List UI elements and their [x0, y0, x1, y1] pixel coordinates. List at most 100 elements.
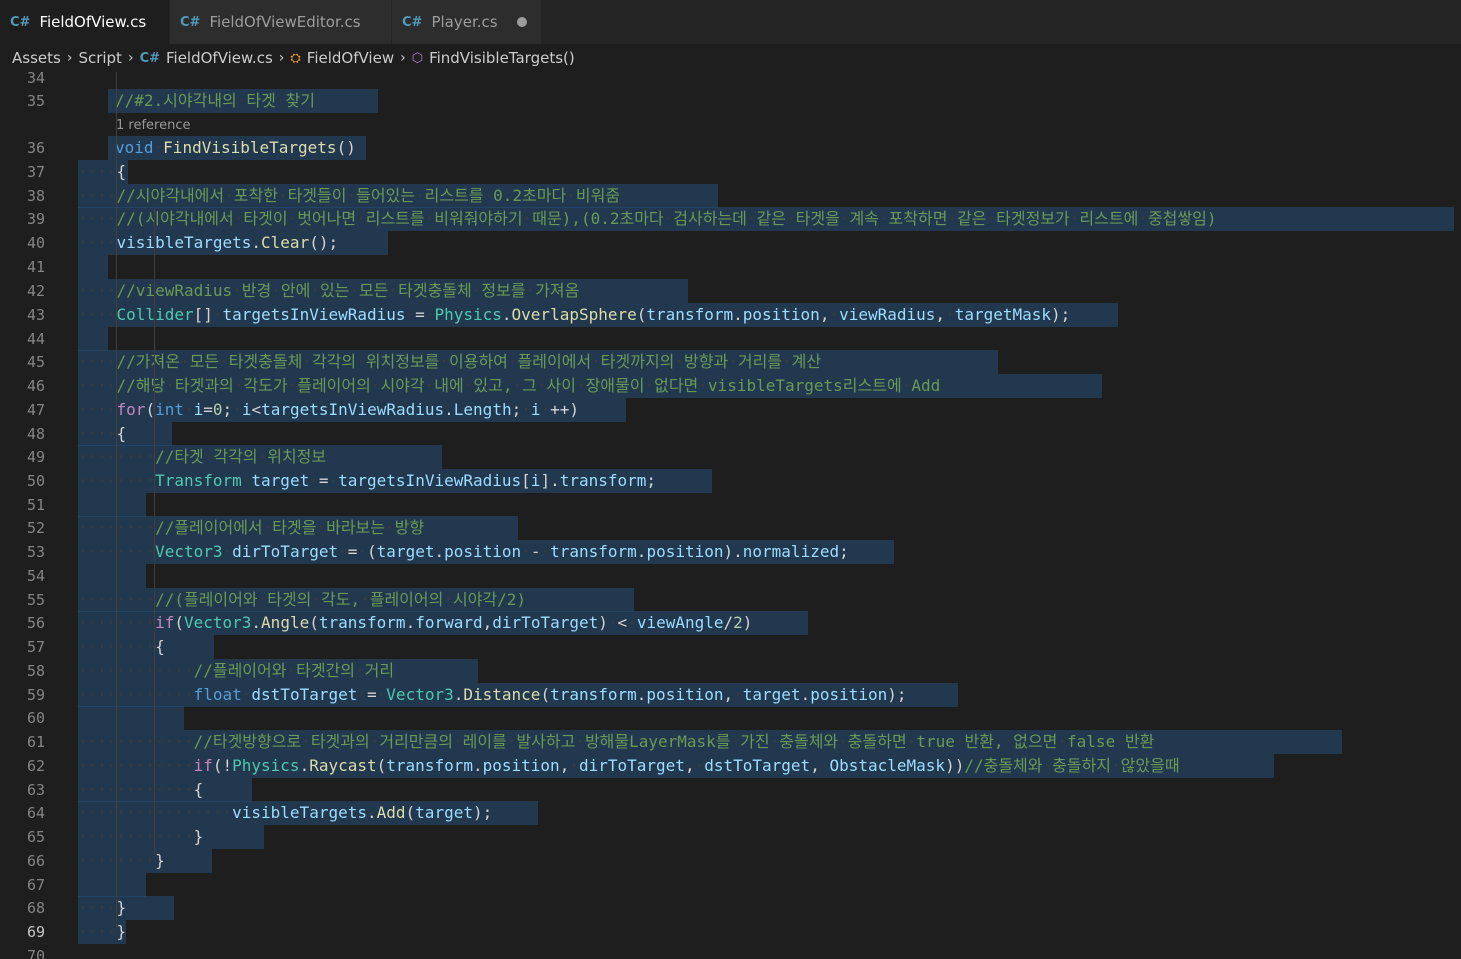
method-symbol-icon: ⬡: [411, 50, 424, 66]
code-line[interactable]: 51: [0, 493, 1461, 517]
tab-label: Player.cs: [431, 13, 498, 31]
code-line[interactable]: 57 ········{: [0, 635, 1461, 659]
code-text: ············if(!Physics.Raycast(transfor…: [78, 756, 1180, 775]
line-number: 55: [26, 591, 45, 609]
code-line[interactable]: 61 ············//타겟방향으로·타겟과의·거리만큼의·레이를·발사…: [0, 730, 1461, 754]
code-comment: ····//해당·타겟과의·각도가·플레이어의·시야각·내에·있고,·그·사이·…: [78, 376, 941, 395]
code-line[interactable]: 45 ····//가져온·모든·타겟충돌체·각각의·위치정보를·이용하여·플레이에…: [0, 350, 1461, 374]
code-line[interactable]: 38 ····//시야각내에서·포착한·타겟들이·들어있는·리스트를·0.2초마다…: [0, 184, 1461, 208]
code-line[interactable]: 64 ················visibleTargets.Add(tar…: [0, 801, 1461, 825]
code-line[interactable]: 44: [0, 327, 1461, 351]
codelens-references[interactable]: 1 reference: [116, 115, 190, 137]
breadcrumb-item-class[interactable]: ⛭ FieldOfView: [290, 49, 394, 67]
tab-fieldofvieweditor-cs[interactable]: C# FieldOfViewEditor.cs: [170, 0, 392, 44]
line-number: 39: [26, 210, 45, 228]
line-number: 56: [26, 614, 45, 632]
line-number: 60: [26, 709, 45, 727]
indent-guide: [154, 207, 155, 855]
selection-highlight: [78, 493, 146, 517]
code-line[interactable]: 48 ····{: [0, 422, 1461, 446]
line-number: 44: [26, 330, 45, 348]
line-number: 59: [26, 686, 45, 704]
code-line[interactable]: 52 ········//플레이어에서·타겟을·바라보는·방향: [0, 516, 1461, 540]
line-number: 43: [26, 306, 45, 324]
unsaved-dot-icon[interactable]: [517, 17, 527, 27]
code-line[interactable]: 70: [0, 944, 1461, 959]
code-line[interactable]: 53 ········Vector3·dirToTarget·=·(target.…: [0, 540, 1461, 564]
code-line[interactable]: 43 ····Collider[]·targetsInViewRadius·=·P…: [0, 303, 1461, 327]
csharp-file-icon: C#: [139, 50, 160, 66]
code-line[interactable]: 56 ········if(Vector3.Angle(transform.for…: [0, 611, 1461, 635]
code-editor[interactable]: 34 35 //#2.시야각내의·타겟·찾기 1 reference 36 void·Fi…: [0, 72, 1461, 959]
line-number: 62: [26, 757, 45, 775]
code-line[interactable]: 40 ····visibleTargets.Clear();: [0, 231, 1461, 255]
code-line[interactable]: 69 ····}: [0, 920, 1461, 944]
breadcrumb-item-method[interactable]: ⬡ FindVisibleTargets(): [412, 49, 575, 67]
code-line[interactable]: 35 //#2.시야각내의·타겟·찾기: [0, 89, 1461, 113]
code-line[interactable]: 49········//타겟·각각의·위치정보: [0, 445, 1461, 469]
breadcrumb: Assets › Script › C# FieldOfView.cs › ⛭ Fi…: [0, 44, 1461, 72]
line-number: 42: [26, 282, 45, 300]
tab-fieldofview-cs[interactable]: C# FieldOfView.cs: [0, 0, 170, 44]
line-number: 48: [26, 425, 45, 443]
code-comment: ····//가져온·모든·타겟충돌체·각각의·위치정보를·이용하여·플레이에서·…: [78, 352, 822, 371]
code-comment: ········//플레이어에서·타겟을·바라보는·방향: [78, 518, 425, 537]
code-line[interactable]: 46 ····//해당·타겟과의·각도가·플레이어의·시야각·내에·있고,·그·사…: [0, 374, 1461, 398]
code-line[interactable]: 66 ········}: [0, 849, 1461, 873]
code-line[interactable]: 34: [0, 72, 1461, 90]
code-comment: ····//(시야각내에서·타겟이·벗어나면·리스트를·비워줘야하기·때문),(…: [78, 209, 1217, 228]
line-number: 38: [26, 187, 45, 205]
chevron-right-icon: ›: [278, 50, 285, 66]
line-number: 53: [26, 543, 45, 561]
code-text: ········Transform·target·=·targetsInView…: [78, 471, 657, 490]
line-number: 35: [26, 92, 45, 110]
code-text: ········if(Vector3.Angle(transform.forwa…: [78, 613, 753, 632]
line-number: 70: [26, 947, 45, 959]
code-text: ················visibleTargets.Add(targe…: [78, 803, 493, 822]
code-comment: ········//(플레이어와·타겟의·각도,·플레이어의·시야각/2): [78, 590, 527, 609]
code-line[interactable]: 58 ············//플레이어와·타겟간의·거리: [0, 659, 1461, 683]
class-symbol-icon: ⛭: [290, 50, 301, 66]
line-number: 40: [26, 234, 45, 252]
code-line[interactable]: 59 ············float·dstToTarget·=·Vector…: [0, 683, 1461, 707]
code-line[interactable]: 63 ············{: [0, 778, 1461, 802]
code-text: ············float·dstToTarget·=·Vector3.…: [78, 685, 907, 704]
code-line[interactable]: 47 ····for(int·i=0;·i<targetsInViewRadius…: [0, 398, 1461, 422]
code-text: ········}: [78, 851, 165, 870]
code-line[interactable]: 68 ····}: [0, 896, 1461, 920]
breadcrumb-label: FindVisibleTargets(): [429, 49, 575, 67]
code-line[interactable]: 54: [0, 564, 1461, 588]
code-text: ············{: [78, 780, 204, 799]
code-text: ····Collider[]·targetsInViewRadius·=·Phy…: [78, 305, 1071, 324]
code-comment: ····//시야각내에서·포착한·타겟들이·들어있는·리스트를·0.2초마다·비…: [78, 186, 621, 205]
code-line[interactable]: 37 ····{: [0, 160, 1461, 184]
breadcrumb-item-script[interactable]: Script: [78, 49, 122, 67]
selection-highlight: [78, 706, 184, 730]
code-line[interactable]: 41: [0, 255, 1461, 279]
code-line[interactable]: 50 ········Transform·target·=·targetsInVi…: [0, 469, 1461, 493]
editor-tab-bar: C# FieldOfView.cs C# FieldOfViewEditor.c…: [0, 0, 1461, 44]
breadcrumb-label: Script: [78, 49, 122, 67]
breadcrumb-item-file[interactable]: C# FieldOfView.cs: [140, 49, 273, 67]
indent-guide: [116, 72, 117, 928]
selection-highlight: [78, 564, 146, 588]
code-line[interactable]: 36 void·FindVisibleTargets(): [0, 136, 1461, 160]
line-number: 65: [26, 828, 45, 846]
line-number: 66: [26, 852, 45, 870]
tab-player-cs[interactable]: C# Player.cs: [392, 0, 542, 44]
line-number: 57: [26, 638, 45, 656]
code-line[interactable]: 42 ····//viewRadius·반경·안에·있는·모든·타겟충돌체·정보를…: [0, 279, 1461, 303]
code-line[interactable]: 55 ········//(플레이어와·타겟의·각도,·플레이어의·시야각/2): [0, 588, 1461, 612]
code-line[interactable]: 62 ············if(!Physics.Raycast(transf…: [0, 754, 1461, 778]
code-comment: ············//타겟방향으로·타겟과의·거리만큼의·레이를·발사하고…: [78, 732, 1155, 751]
csharp-file-icon: C#: [180, 14, 201, 30]
breadcrumb-item-assets[interactable]: Assets: [12, 49, 61, 67]
line-number: 37: [26, 163, 45, 181]
code-line[interactable]: 65 ············}: [0, 825, 1461, 849]
code-line[interactable]: 67: [0, 873, 1461, 897]
code-line[interactable]: 60: [0, 706, 1461, 730]
code-line[interactable]: 39 ····//(시야각내에서·타겟이·벗어나면·리스트를·비워줘야하기·때문)…: [0, 207, 1461, 231]
selection-highlight: [78, 255, 108, 279]
line-number: 46: [26, 377, 45, 395]
line-number: 58: [26, 662, 45, 680]
